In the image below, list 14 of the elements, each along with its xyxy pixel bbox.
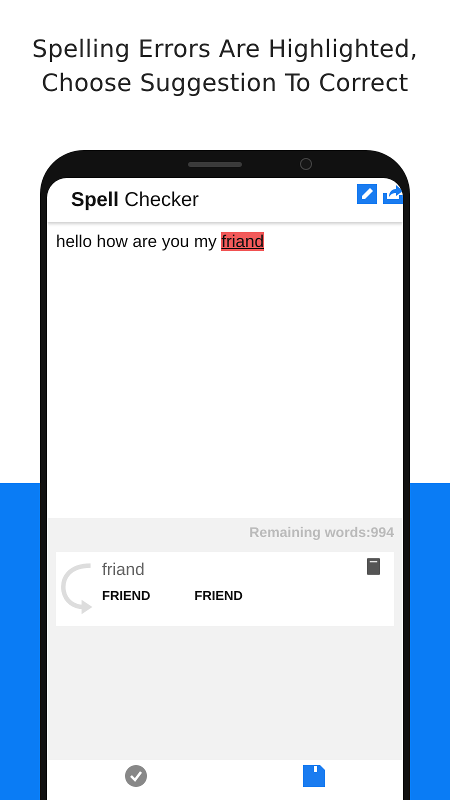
speaker-icon (188, 162, 242, 166)
headline-text: Spelling Errors Are Highlighted, (32, 34, 418, 65)
suggestion-button[interactable]: FRIEND (194, 588, 243, 603)
export-icon[interactable] (383, 184, 403, 204)
camera-icon (300, 158, 312, 170)
app-title: Spell Checker (71, 188, 199, 212)
misspelled-word: friand (102, 559, 146, 581)
book-icon[interactable] (367, 558, 380, 575)
headline-text: Choose Suggestion To Correct (42, 68, 408, 99)
save-icon[interactable] (303, 765, 325, 787)
editor-text[interactable]: hello how are you my friand (56, 232, 394, 252)
edit-icon[interactable] (357, 184, 377, 204)
suggestion-button[interactable]: FRIEND (102, 588, 150, 603)
check-icon[interactable] (125, 765, 147, 787)
